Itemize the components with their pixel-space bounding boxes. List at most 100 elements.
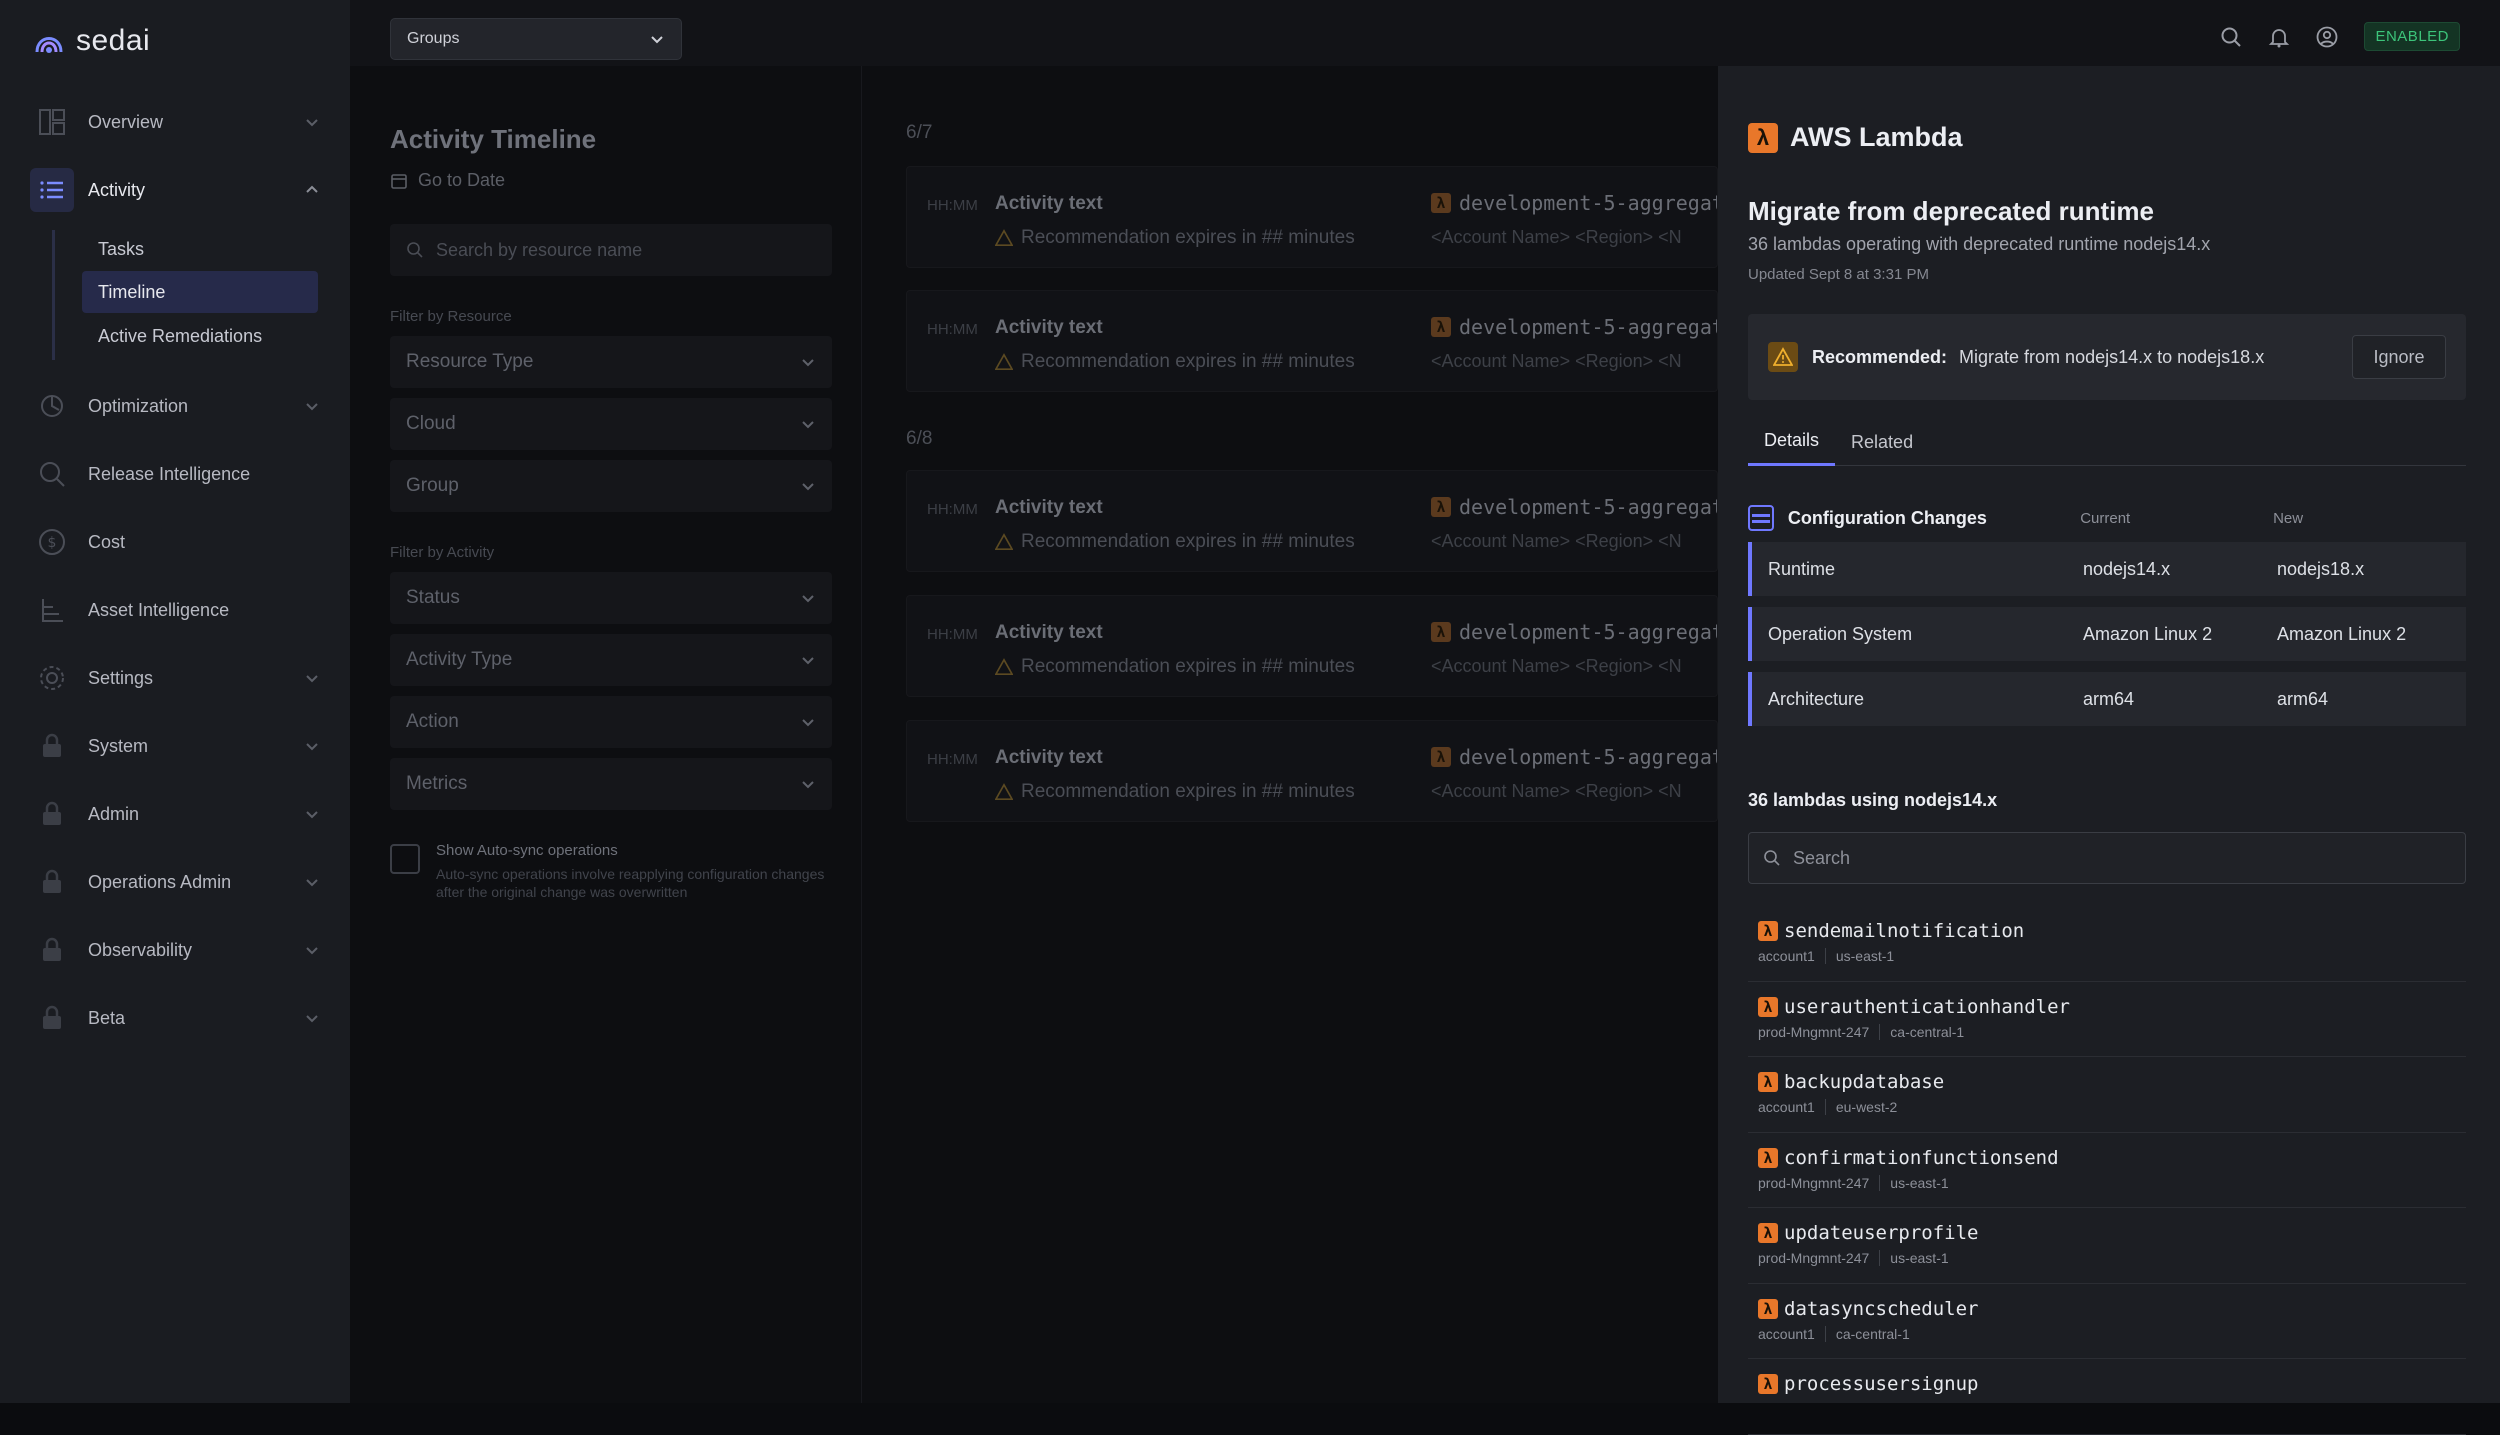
- sidebar-item-label: Admin: [88, 803, 140, 824]
- groups-select[interactable]: Groups: [390, 18, 682, 60]
- go-to-date[interactable]: Go to Date: [390, 170, 505, 191]
- sidebar-item-overview[interactable]: Overview: [30, 100, 320, 144]
- tab-related[interactable]: Related: [1835, 418, 1929, 466]
- activity-time: HH:MM: [927, 501, 978, 518]
- chevron-down-icon: [802, 483, 814, 491]
- sidebar-item-admin[interactable]: Admin: [30, 792, 320, 836]
- activity-time: HH:MM: [927, 197, 978, 214]
- sidebar-item-observability[interactable]: Observability: [30, 928, 320, 972]
- select-label: Metrics: [406, 773, 468, 794]
- lambda-list-item[interactable]: λ confirmationfunctionsend prod-Mngmnt-247…: [1748, 1133, 2466, 1208]
- tab-details[interactable]: Details: [1748, 418, 1836, 466]
- user-icon[interactable]: [2316, 26, 2338, 48]
- lambda-search-placeholder: Search: [1793, 847, 1851, 868]
- activity-type-select[interactable]: Activity Type: [390, 634, 832, 686]
- activity-time: HH:MM: [927, 751, 978, 768]
- sidebar-item-label: Optimization: [88, 395, 189, 416]
- bell-icon[interactable]: [2268, 26, 2290, 48]
- logo[interactable]: sedai: [32, 24, 150, 58]
- warning-icon: [995, 658, 1013, 676]
- activity-text: Activity text: [995, 193, 1103, 214]
- status-select[interactable]: Status: [390, 572, 832, 624]
- aws-lambda-icon: λ: [1758, 1147, 1778, 1168]
- lambda-meta: account1 eu-west-2: [1758, 1099, 2456, 1115]
- chevron-down-icon: [802, 595, 814, 603]
- sidebar-item-label: Overview: [88, 111, 164, 132]
- lock-icon: [30, 792, 74, 836]
- sidebar-item-cost[interactable]: $ Cost: [30, 520, 320, 564]
- resource-type-select[interactable]: Resource Type: [390, 336, 832, 388]
- action-select[interactable]: Action: [390, 696, 832, 748]
- lambda-list-item[interactable]: λ sendemailnotification account1 us-east-1: [1748, 906, 2466, 982]
- lambda-list-item[interactable]: λ userauthenticationhandler prod-Mngmnt-24…: [1748, 982, 2466, 1057]
- aws-lambda-icon: λ: [1431, 317, 1451, 337]
- warning-icon: [995, 783, 1013, 801]
- sidebar-subitem-active-remediations[interactable]: Active Remediations: [82, 315, 318, 357]
- activity-timeline: 6/7 6/8 HH:MM Activity text Recommendation…: [862, 66, 1718, 1403]
- lambda-name-row: λ datasyncscheduler: [1758, 1298, 2456, 1320]
- lambda-meta: account1 us-east-1: [1758, 948, 2456, 964]
- metrics-select[interactable]: Metrics: [390, 758, 832, 810]
- lambda-account: prod-Mngmnt-247: [1758, 1174, 1870, 1191]
- lambda-list-item[interactable]: λ updateuserprofile prod-Mngmnt-247 us-east…: [1748, 1208, 2466, 1284]
- group-select[interactable]: Group: [390, 460, 832, 512]
- activity-card[interactable]: HH:MM Activity text Recommendation expires…: [906, 470, 1718, 572]
- sidebar-subitem-tasks[interactable]: Tasks: [82, 228, 318, 270]
- config-new: Amazon Linux 2: [2277, 623, 2407, 644]
- activity-text: Activity text: [995, 622, 1103, 643]
- subnav-rail: [52, 230, 55, 360]
- ignore-button[interactable]: Ignore: [2352, 335, 2446, 379]
- sidebar-item-optimization[interactable]: Optimization: [30, 384, 320, 428]
- go-to-date-label: Go to Date: [418, 170, 506, 190]
- sidebar-item-beta[interactable]: Beta: [30, 996, 320, 1040]
- sidebar-item-system[interactable]: System: [30, 724, 320, 768]
- chevron-down-icon: [802, 421, 814, 429]
- sidebar-item-asset-intelligence[interactable]: Asset Intelligence: [30, 588, 320, 632]
- sidebar-item-release-intelligence[interactable]: Release Intelligence: [30, 452, 320, 496]
- current-column-header: Current: [2080, 509, 2131, 527]
- lambda-account: prod-Mngmnt-247: [1758, 1250, 1870, 1266]
- activity-time: HH:MM: [927, 321, 978, 338]
- logo-text: sedai: [76, 24, 151, 57]
- sidebar-subitem-timeline[interactable]: Timeline: [82, 271, 318, 313]
- lambda-list-item[interactable]: λ backupdatabase account1 eu-west-2: [1748, 1057, 2466, 1133]
- select-label: Action: [406, 711, 459, 732]
- autosync-checkbox[interactable]: [390, 844, 420, 874]
- sidebar-item-settings[interactable]: Settings: [30, 656, 320, 700]
- config-name: Architecture: [1768, 688, 1865, 709]
- activity-card[interactable]: HH:MM Activity text Recommendation expires…: [906, 595, 1718, 697]
- chevron-down-icon: [306, 811, 318, 819]
- lambda-list: λ sendemailnotification account1 us-east-1 λ…: [1748, 906, 2466, 1435]
- activity-card[interactable]: HH:MM Activity text Recommendation expires…: [906, 720, 1718, 822]
- chevron-up-icon: [306, 185, 318, 193]
- activity-card[interactable]: HH:MM Activity text Recommendation expires…: [906, 166, 1718, 268]
- lambda-search-input[interactable]: Search: [1748, 832, 2466, 884]
- lambda-region: ca-central-1: [1835, 1325, 1910, 1342]
- dollar-icon: $: [30, 520, 74, 564]
- chevron-down-icon: [306, 119, 318, 127]
- sidebar-item-label: System: [88, 735, 149, 756]
- aws-lambda-icon: λ: [1758, 1298, 1778, 1319]
- select-label: Resource Type: [406, 351, 534, 372]
- activity-expiry-text: Recommendation expires in ## minutes: [1021, 656, 1355, 677]
- activity-expiry: Recommendation expires in ## minutes: [995, 656, 1355, 678]
- panel-tabs: Details Related: [1748, 418, 2466, 466]
- lambda-list-item[interactable]: λ datasyncscheduler account1 ca-central-1: [1748, 1284, 2466, 1359]
- activity-card[interactable]: HH:MM Activity text Recommendation expires…: [906, 290, 1718, 392]
- filter-by-resource-label: Filter by Resource: [390, 308, 512, 325]
- search-icon[interactable]: [2220, 26, 2242, 48]
- lambda-region: ca-central-1: [1890, 1023, 1965, 1040]
- lambda-name-row: λ backupdatabase: [1758, 1071, 2456, 1093]
- sidebar-item-label: Release Intelligence: [88, 463, 251, 484]
- sidebar-item-activity[interactable]: Activity: [30, 168, 320, 212]
- lambda-meta: prod-Mngmnt-247 us-east-1: [1758, 1250, 2456, 1266]
- lambda-account: prod-Mngmnt-247: [1758, 1023, 1870, 1040]
- cloud-select[interactable]: Cloud: [390, 398, 832, 450]
- resource-search-input[interactable]: Search by resource name: [390, 224, 832, 276]
- release-icon: [30, 452, 74, 496]
- lambda-list-item[interactable]: λ processusersignup: [1748, 1359, 2466, 1435]
- activity-expiry-text: Recommendation expires in ## minutes: [1021, 781, 1355, 802]
- sidebar-item-operations-admin[interactable]: Operations Admin: [30, 860, 320, 904]
- lambda-account: account1: [1758, 1099, 1815, 1115]
- lambda-name: confirmationfunctionsend: [1784, 1146, 2059, 1169]
